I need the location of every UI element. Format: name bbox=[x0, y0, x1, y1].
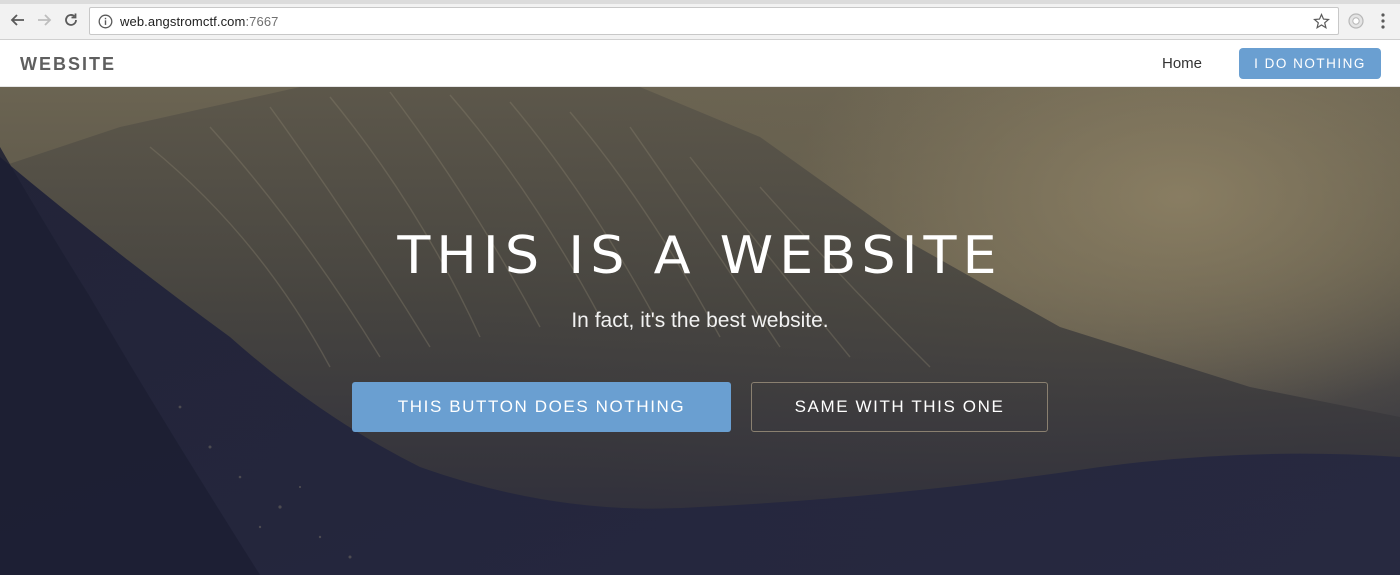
tab-strip bbox=[0, 0, 1400, 4]
browser-toolbar: web.angstromctf.com:7667 bbox=[0, 0, 1400, 40]
secondary-hero-button[interactable]: SAME WITH THIS ONE bbox=[751, 382, 1048, 432]
hero-title: THIS IS A WEBSITE bbox=[397, 225, 1003, 286]
nav-cta-button[interactable]: I DO NOTHING bbox=[1239, 48, 1381, 79]
url-host: web.angstromctf.com bbox=[120, 14, 246, 29]
forward-arrow-icon[interactable] bbox=[34, 10, 54, 30]
extension-icon[interactable] bbox=[1347, 12, 1365, 30]
hero-subtitle: In fact, it's the best website. bbox=[571, 309, 829, 332]
site-navbar: WEBSITE Home I DO NOTHING bbox=[0, 40, 1400, 87]
hero-section: THIS IS A WEBSITE In fact, it's the best… bbox=[0, 87, 1400, 575]
primary-hero-button[interactable]: THIS BUTTON DOES NOTHING bbox=[352, 382, 731, 432]
url-port: :7667 bbox=[245, 14, 279, 29]
reload-icon[interactable] bbox=[61, 10, 81, 30]
info-icon[interactable] bbox=[98, 14, 113, 29]
kebab-menu-icon[interactable] bbox=[1376, 12, 1390, 30]
nav-home-link[interactable]: Home bbox=[1162, 55, 1202, 72]
site-brand[interactable]: WEBSITE bbox=[20, 54, 116, 75]
address-bar[interactable]: web.angstromctf.com:7667 bbox=[89, 7, 1339, 35]
back-arrow-icon[interactable] bbox=[8, 10, 28, 30]
star-icon[interactable] bbox=[1313, 13, 1330, 30]
address-url[interactable]: web.angstromctf.com:7667 bbox=[120, 14, 279, 29]
